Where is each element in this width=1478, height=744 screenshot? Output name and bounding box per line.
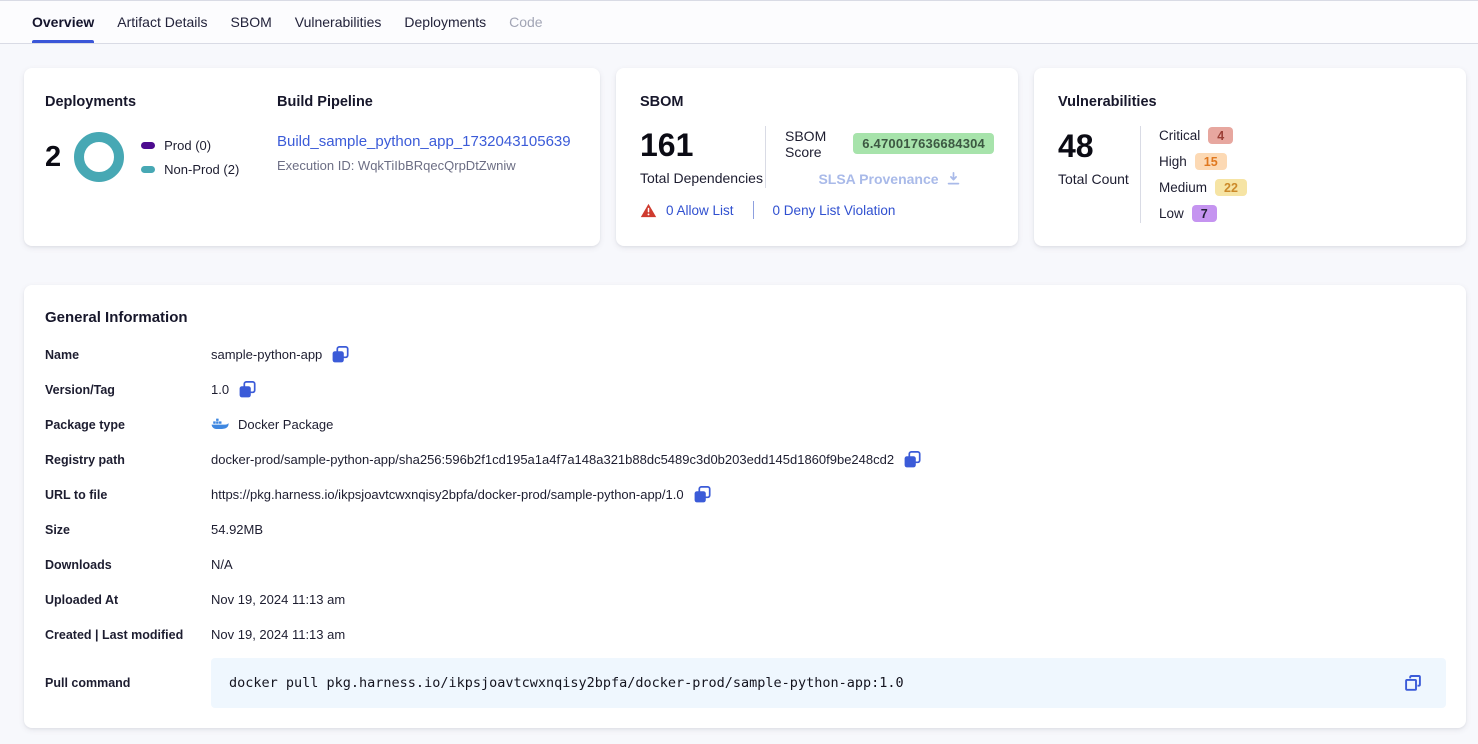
sbom-card: SBOM 161 Total Dependencies SBOM Score 6… [616,68,1018,246]
links-separator [753,201,754,219]
vulnerabilities-card: Vulnerabilities 48 Total Count Critical … [1034,68,1466,246]
nonprod-color-swatch [141,166,155,173]
tab-deployments[interactable]: Deployments [404,1,486,43]
version-tag-label: Version/Tag [45,383,211,397]
copy-url-button[interactable] [693,485,712,504]
slsa-provenance-label: SLSA Provenance [818,171,938,187]
registry-path-value: docker-prod/sample-python-app/sha256:596… [211,452,894,467]
registry-path-label: Registry path [45,453,211,467]
version-tag-value: 1.0 [211,382,229,397]
size-label: Size [45,523,211,537]
created-modified-value: Nov 19, 2024 11:13 am [211,627,345,642]
copy-pull-command-button[interactable] [1404,674,1422,692]
tab-vulnerabilities[interactable]: Vulnerabilities [295,1,382,43]
tab-bar: Overview Artifact Details SBOM Vulnerabi… [0,0,1478,44]
deployments-card: Deployments 2 Prod (0) Non-Prod (2) Buil… [24,68,600,246]
nonprod-legend-label: Non-Prod (2) [164,162,239,177]
pipeline-link[interactable]: Build_sample_python_app_1732043105639 [277,133,571,150]
row-package-type: Package type Docker Package [45,407,1446,442]
name-value: sample-python-app [211,347,322,362]
sbom-score-label: SBOM Score [785,128,843,160]
row-created-modified: Created | Last modified Nov 19, 2024 11:… [45,617,1446,652]
build-pipeline-title: Build Pipeline [277,94,580,110]
execution-id-text: Execution ID: WqkTiIbBRqecQrpDtZwniw [277,158,580,173]
row-downloads: Downloads N/A [45,547,1446,582]
copy-version-button[interactable] [238,380,257,399]
tab-code: Code [509,1,542,43]
downloads-value: N/A [211,557,233,572]
uploaded-at-label: Uploaded At [45,593,211,607]
url-to-file-label: URL to file [45,488,211,502]
allow-list-link[interactable]: 0 Allow List [666,203,734,218]
low-label: Low [1159,206,1184,221]
tab-artifact-details[interactable]: Artifact Details [117,1,207,43]
severity-row-low: Low 7 [1159,204,1247,223]
vulnerabilities-total-label: Total Count [1058,171,1140,187]
general-information-title: General Information [45,309,1446,326]
summary-cards-row: Deployments 2 Prod (0) Non-Prod (2) Buil… [24,68,1466,246]
size-value: 54.92MB [211,522,263,537]
row-url-to-file: URL to file https://pkg.harness.io/ikpsj… [45,477,1446,512]
vulnerabilities-total-count: 48 [1058,130,1140,162]
deployments-legend: Prod (0) Non-Prod (2) [141,138,239,177]
tab-sbom[interactable]: SBOM [231,1,272,43]
downloads-label: Downloads [45,558,211,572]
critical-label: Critical [1159,128,1200,143]
medium-label: Medium [1159,180,1207,195]
row-uploaded-at: Uploaded At Nov 19, 2024 11:13 am [45,582,1446,617]
deployments-section: Deployments 2 Prod (0) Non-Prod (2) [45,94,277,246]
high-count-badge: 15 [1195,153,1227,170]
deployments-total-count: 2 [45,141,61,174]
url-to-file-value: https://pkg.harness.io/ikpsjoavtcwxnqisy… [211,487,684,502]
high-label: High [1159,154,1187,169]
severity-list: Critical 4 High 15 Medium 22 Low 7 [1141,126,1247,223]
row-registry-path: Registry path docker-prod/sample-python-… [45,442,1446,477]
deployments-title: Deployments [45,94,277,110]
name-label: Name [45,348,211,362]
medium-count-badge: 22 [1215,179,1247,196]
pull-command-label: Pull command [45,676,211,690]
severity-row-medium: Medium 22 [1159,178,1247,197]
row-name: Name sample-python-app [45,337,1446,372]
sbom-total-label: Total Dependencies [640,170,765,186]
copy-name-button[interactable] [331,345,350,364]
pull-command-box: docker pull pkg.harness.io/ikpsjoavtcwxn… [211,658,1446,708]
severity-row-high: High 15 [1159,152,1247,171]
vulnerabilities-title: Vulnerabilities [1058,94,1442,110]
uploaded-at-value: Nov 19, 2024 11:13 am [211,592,345,607]
copy-registry-path-button[interactable] [903,450,922,469]
package-type-value: Docker Package [238,417,333,432]
row-version-tag: Version/Tag 1.0 [45,372,1446,407]
severity-row-critical: Critical 4 [1159,126,1247,145]
legend-item-nonprod: Non-Prod (2) [141,162,239,177]
prod-color-swatch [141,142,155,149]
deployments-donut-chart [74,132,124,182]
build-pipeline-section: Build Pipeline Build_sample_python_app_1… [277,94,580,246]
download-icon [946,171,961,186]
sbom-score-badge: 6.470017636684304 [853,133,994,154]
general-information-card: General Information Name sample-python-a… [24,285,1466,728]
sbom-title: SBOM [640,94,994,110]
deny-list-violation-link[interactable]: 0 Deny List Violation [773,203,896,218]
critical-count-badge: 4 [1208,127,1233,144]
created-modified-label: Created | Last modified [45,628,211,642]
tab-overview[interactable]: Overview [32,1,94,43]
low-count-badge: 7 [1192,205,1217,222]
row-size: Size 54.92MB [45,512,1446,547]
row-pull-command: Pull command docker pull pkg.harness.io/… [45,658,1446,708]
slsa-provenance-link[interactable]: SLSA Provenance [785,171,994,187]
sbom-total-dependencies: 161 [640,129,765,161]
legend-item-prod: Prod (0) [141,138,239,153]
prod-legend-label: Prod (0) [164,138,211,153]
warning-triangle-icon [640,203,657,218]
pull-command-value: docker pull pkg.harness.io/ikpsjoavtcwxn… [229,675,904,691]
package-type-label: Package type [45,418,211,432]
docker-whale-icon [211,417,229,432]
